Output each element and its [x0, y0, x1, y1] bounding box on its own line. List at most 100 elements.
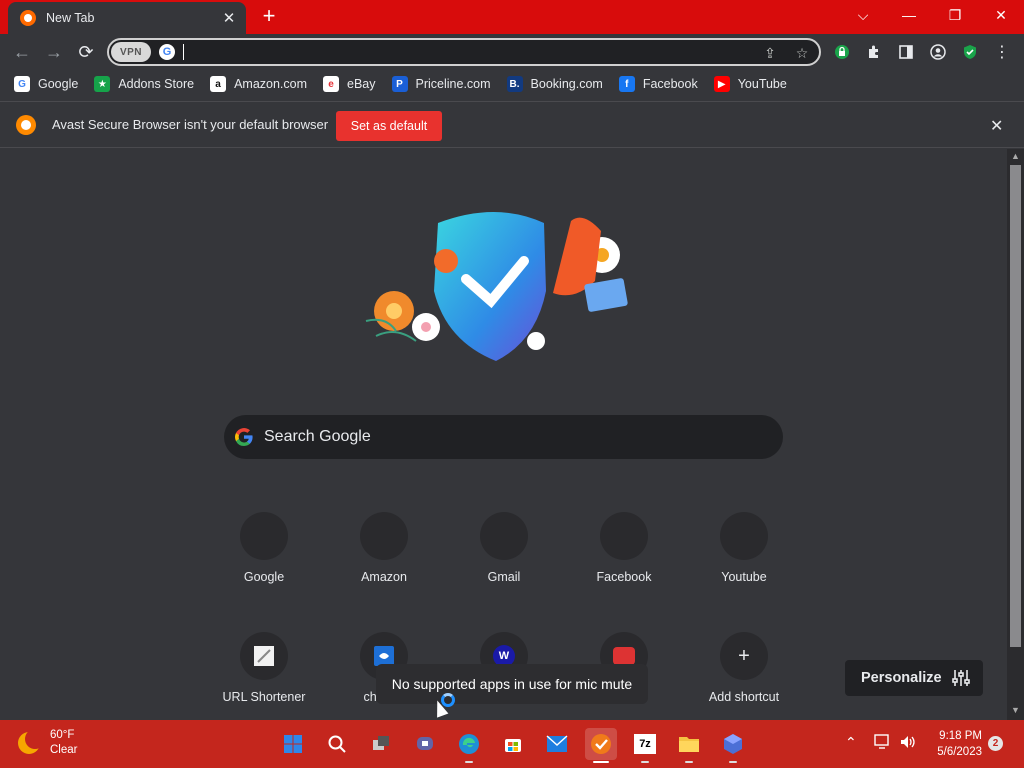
shortcut-label: Google [243, 570, 285, 584]
new-tab-page: Search Google Google Amazon Gmail Facebo… [0, 149, 1007, 720]
volume-icon[interactable] [899, 734, 917, 753]
weather-widget[interactable]: 60°F Clear [18, 728, 77, 758]
facebook-icon: f [618, 76, 635, 92]
youtube-icon: ▶ [713, 76, 730, 92]
shortcut-label: Facebook [596, 570, 652, 584]
shortcut-gmail[interactable]: Gmail [448, 512, 560, 592]
system-clock[interactable]: 9:18 PM 5/6/2023 [926, 728, 982, 760]
side-panel-icon[interactable] [896, 42, 916, 62]
google-search-engine-icon: G [159, 44, 175, 60]
notification-badge[interactable]: 2 [988, 736, 1003, 751]
search-placeholder: Search Google [264, 428, 371, 445]
address-bar[interactable]: VPN G ⇪ ☆ [107, 38, 821, 66]
browser-toolbar: ← → ⟳ VPN G ⇪ ☆ ⋮ [0, 34, 1024, 70]
shortcut-label: URL Shortener [222, 690, 306, 704]
extensions-puzzle-icon[interactable] [864, 42, 884, 62]
avast-shield-check-icon[interactable] [960, 42, 980, 62]
restore-button[interactable]: ❐ [932, 0, 978, 30]
plus-icon: + [720, 632, 768, 680]
mail-icon[interactable] [541, 728, 573, 760]
facebook-shortcut-icon [600, 512, 648, 560]
shortcut-youtube[interactable]: Youtube [688, 512, 800, 592]
add-shortcut-button[interactable]: + Add shortcut [688, 632, 800, 712]
infobar-message: Avast Secure Browser isn't your default … [52, 117, 329, 132]
back-button[interactable]: ← [10, 40, 34, 64]
bookmark-label: eBay [347, 77, 376, 91]
priceline-icon: P [391, 76, 408, 92]
bookmark-label: Priceline.com [415, 77, 491, 91]
avast-browser-taskbar-icon[interactable] [585, 728, 617, 763]
ebay-icon: e [323, 76, 340, 92]
default-browser-infobar: Avast Secure Browser isn't your default … [0, 101, 1024, 148]
google-search-box[interactable]: Search Google [224, 415, 783, 459]
scroll-down-arrow-icon[interactable]: ▼ [1010, 705, 1021, 717]
bookmark-priceline-com[interactable]: P Priceline.com [391, 76, 491, 92]
microsoft-store-icon[interactable] [497, 728, 529, 760]
gmail-shortcut-icon [480, 512, 528, 560]
avast-logo-icon [16, 115, 36, 135]
amazon-shortcut-icon [360, 512, 408, 560]
windows-taskbar: 60°F Clear 7z ⌃ 9:18 PM 5/6/2023 2 [0, 720, 1024, 768]
network-icon[interactable] [874, 734, 892, 753]
7zip-icon[interactable]: 7z [629, 728, 661, 763]
youtube-shortcut-icon [720, 512, 768, 560]
show-hidden-icons-chevron-icon[interactable]: ⌃ [845, 734, 857, 751]
tab-new-tab[interactable]: New Tab ✕ [8, 2, 246, 34]
new-tab-button[interactable]: + [258, 5, 280, 28]
reload-button[interactable]: ⟳ [74, 40, 98, 64]
bookmark-star-icon[interactable]: ☆ [793, 44, 811, 62]
bookmarks-bar: G Google ★ Addons Store a Amazon.com e eBay P Pri… [0, 70, 1024, 98]
bookmark-label: Google [38, 77, 79, 91]
app-cube-icon[interactable] [717, 728, 749, 763]
shortcut-label: Amazon [361, 570, 407, 584]
teams-chat-icon[interactable] [409, 728, 441, 760]
share-icon[interactable]: ⇪ [761, 44, 779, 62]
tab-title: New Tab [46, 11, 95, 25]
google-g-icon [235, 428, 253, 446]
google-shortcut-icon [240, 512, 288, 560]
bookmark-google[interactable]: G Google [14, 76, 78, 92]
bookmark-booking-com[interactable]: B. Booking.com [506, 76, 603, 92]
infobar-close-icon[interactable]: ✕ [990, 116, 1003, 136]
shortcut-label: Youtube [721, 570, 767, 584]
bookmark-facebook[interactable]: f Facebook [618, 76, 698, 92]
search-icon[interactable] [321, 728, 353, 760]
set-as-default-button[interactable]: Set as default [336, 111, 442, 141]
task-view-icon[interactable] [365, 728, 397, 760]
shortcut-url-shortener[interactable]: URL Shortener [208, 632, 320, 712]
file-explorer-icon[interactable] [673, 728, 705, 763]
profile-icon[interactable] [928, 42, 948, 62]
clock-time: 9:18 PM [939, 730, 982, 742]
bookmark-label: Facebook [642, 77, 698, 91]
tab-search-dropdown-icon[interactable]: ⌵ [840, 0, 886, 30]
amazon-icon: a [210, 76, 227, 92]
shortcut-google[interactable]: Google [208, 512, 320, 592]
bookmark-ebay[interactable]: e eBay [323, 76, 376, 92]
avast-lock-extension-icon[interactable] [832, 42, 852, 62]
menu-kebab-icon[interactable]: ⋮ [992, 42, 1012, 62]
bookmark-label: Amazon.com [234, 77, 308, 91]
sliders-icon [952, 670, 970, 686]
page-scrollbar[interactable]: ▲ ▼ [1007, 149, 1024, 720]
personalize-label: Personalize [861, 670, 942, 686]
vpn-toggle[interactable]: VPN [111, 42, 151, 62]
close-window-button[interactable]: ✕ [978, 0, 1024, 30]
bookmark-label: Addons Store [118, 77, 195, 91]
bookmark-addons-store[interactable]: ★ Addons Store [94, 76, 194, 92]
personalize-button[interactable]: Personalize [845, 660, 983, 696]
tab-close-icon[interactable]: ✕ [220, 9, 238, 27]
edge-browser-icon[interactable] [453, 728, 485, 763]
scroll-up-arrow-icon[interactable]: ▲ [1010, 151, 1021, 163]
bookmark-youtube[interactable]: ▶ YouTube [713, 76, 787, 92]
scrollbar-thumb[interactable] [1010, 165, 1021, 647]
windows-start-icon[interactable] [277, 728, 309, 760]
clock-date: 5/6/2023 [937, 746, 982, 758]
forward-button[interactable]: → [42, 40, 66, 64]
minimize-button[interactable]: — [886, 0, 932, 30]
moon-icon [18, 729, 45, 754]
bookmark-amazon-com[interactable]: a Amazon.com [210, 76, 307, 92]
shortcut-amazon[interactable]: Amazon [328, 512, 440, 592]
shortcut-facebook[interactable]: Facebook [568, 512, 680, 592]
hero-illustration [365, 212, 628, 361]
weather-temp: 60°F [50, 729, 75, 741]
